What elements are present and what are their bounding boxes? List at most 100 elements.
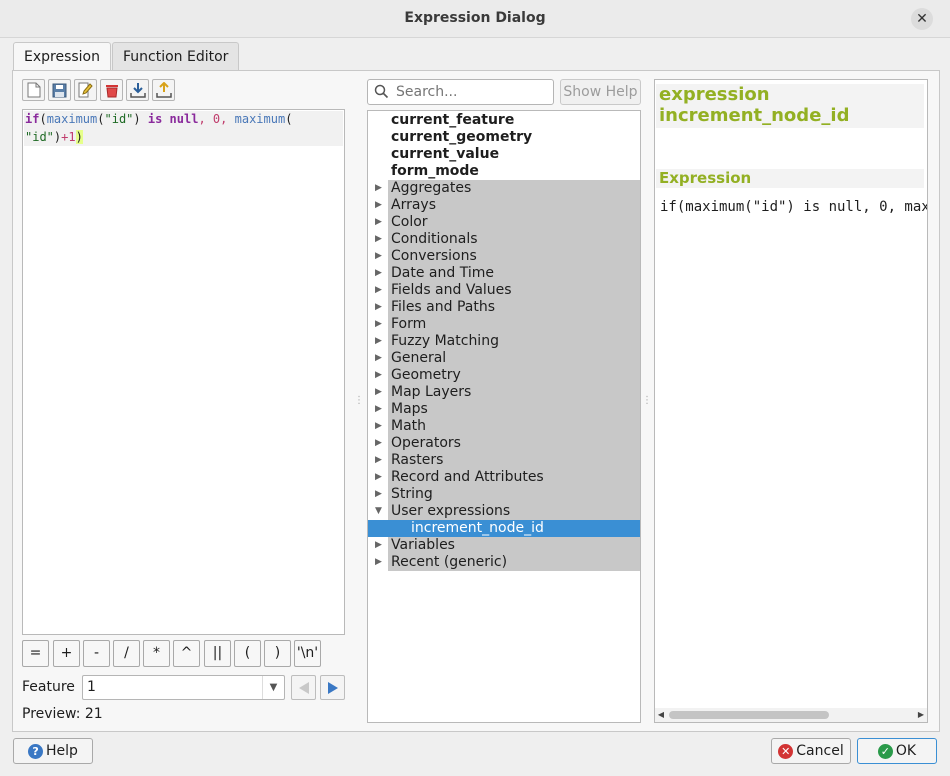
- tree-group[interactable]: ▶ String: [368, 486, 640, 503]
- operator-close-paren-button[interactable]: ): [264, 640, 291, 667]
- scrollbar-thumb[interactable]: [669, 711, 829, 719]
- tab-function-editor[interactable]: Function Editor: [112, 42, 240, 70]
- tree-item-label: Arrays: [391, 197, 437, 213]
- chevron-right-icon[interactable]: ▶: [375, 435, 382, 452]
- tree-group[interactable]: ▶ Arrays: [368, 197, 640, 214]
- tree-item-label: Date and Time: [391, 265, 494, 281]
- ok-button[interactable]: ✓ OK: [857, 738, 937, 764]
- close-icon: ✕: [916, 11, 928, 27]
- left-splitter-handle[interactable]: ⋮: [354, 395, 364, 409]
- operator-open-paren-button[interactable]: (: [234, 640, 261, 667]
- tree-item[interactable]: current_feature: [368, 112, 640, 129]
- tree-group[interactable]: ▶ General: [368, 350, 640, 367]
- tree-group[interactable]: ▶ Recent (generic): [368, 554, 640, 571]
- chevron-right-icon[interactable]: ▶: [375, 401, 382, 418]
- tree-group[interactable]: ▶ Record and Attributes: [368, 469, 640, 486]
- help-horizontal-scrollbar[interactable]: ◀ ▶: [655, 708, 927, 722]
- tree-item[interactable]: current_geometry: [368, 129, 640, 146]
- chevron-right-icon[interactable]: ▶: [375, 350, 382, 367]
- tree-group[interactable]: ▶ Date and Time: [368, 265, 640, 282]
- tree-group[interactable]: ▶ Fields and Values: [368, 282, 640, 299]
- right-splitter-handle[interactable]: ⋮: [642, 395, 652, 409]
- new-expression-button[interactable]: [22, 79, 45, 101]
- chevron-right-icon[interactable]: ▶: [375, 537, 382, 554]
- chevron-right-icon[interactable]: ▶: [375, 554, 382, 571]
- save-expression-button[interactable]: [48, 79, 71, 101]
- chevron-right-icon[interactable]: ▶: [375, 214, 382, 231]
- operator-equals-button[interactable]: =: [22, 640, 49, 667]
- close-button[interactable]: ✕: [911, 8, 933, 30]
- tree-group[interactable]: ▶ Map Layers: [368, 384, 640, 401]
- edit-expression-button[interactable]: [74, 79, 97, 101]
- edit-icon: [78, 82, 93, 98]
- chevron-right-icon[interactable]: ▶: [375, 197, 382, 214]
- tree-group[interactable]: ▶ Aggregates: [368, 180, 640, 197]
- expression-editor[interactable]: if(maximum("id") is null, 0, maximum( "i…: [22, 109, 345, 635]
- expression-code: if(maximum("id") is null, 0, maximum( "i…: [25, 112, 293, 144]
- scroll-right-icon[interactable]: ▶: [915, 708, 927, 722]
- tree-item-label: Form: [391, 316, 427, 332]
- operator-minus-button[interactable]: -: [83, 640, 110, 667]
- show-help-button[interactable]: Show Help: [560, 79, 641, 105]
- chevron-right-icon[interactable]: ▶: [375, 248, 382, 265]
- chevron-right-icon[interactable]: ▶: [375, 384, 382, 401]
- tree-group[interactable]: ▶ Conversions: [368, 248, 640, 265]
- tree-item-label: current_feature: [391, 112, 515, 128]
- tree-group[interactable]: ▶ Rasters: [368, 452, 640, 469]
- chevron-right-icon[interactable]: ▶: [375, 282, 382, 299]
- chevron-right-icon[interactable]: ▶: [375, 265, 382, 282]
- chevron-down-icon[interactable]: ▼: [375, 503, 382, 520]
- chevron-right-icon[interactable]: ▶: [375, 333, 382, 350]
- scroll-left-icon[interactable]: ◀: [655, 708, 667, 722]
- delete-expression-button[interactable]: [100, 79, 123, 101]
- chevron-right-icon[interactable]: ▶: [375, 367, 382, 384]
- help-button[interactable]: ? Help: [13, 738, 93, 764]
- tree-item[interactable]: form_mode: [368, 163, 640, 180]
- tree-group[interactable]: ▼ User expressions: [368, 503, 640, 520]
- tree-group[interactable]: ▶ Maps: [368, 401, 640, 418]
- import-icon: [129, 83, 146, 98]
- tree-group[interactable]: ▶ Form: [368, 316, 640, 333]
- chevron-right-icon[interactable]: ▶: [375, 231, 382, 248]
- chevron-right-icon[interactable]: ▶: [375, 316, 382, 333]
- operator-divide-button[interactable]: /: [113, 640, 140, 667]
- chevron-right-icon[interactable]: ▶: [375, 299, 382, 316]
- import-expressions-button[interactable]: [126, 79, 149, 101]
- chevron-right-icon[interactable]: ▶: [375, 469, 382, 486]
- help-icon: ?: [28, 743, 44, 759]
- tree-group[interactable]: ▶ Geometry: [368, 367, 640, 384]
- tree-item-label: increment_node_id: [411, 520, 544, 536]
- chevron-down-icon[interactable]: ▼: [262, 676, 284, 699]
- operator-newline-button[interactable]: '\n': [294, 640, 321, 667]
- operator-concat-button[interactable]: ||: [204, 640, 231, 667]
- tab-expression[interactable]: Expression: [13, 42, 111, 71]
- search-input[interactable]: [394, 82, 549, 102]
- cancel-button[interactable]: ✕ Cancel: [771, 738, 851, 764]
- feature-select[interactable]: 1 ▼: [82, 675, 285, 700]
- operator-multiply-button[interactable]: *: [143, 640, 170, 667]
- chevron-right-icon[interactable]: ▶: [375, 180, 382, 197]
- chevron-right-icon[interactable]: ▶: [375, 418, 382, 435]
- search-box[interactable]: [367, 79, 554, 105]
- chevron-right-icon[interactable]: ▶: [375, 452, 382, 469]
- previous-feature-button[interactable]: [291, 675, 316, 700]
- tree-item[interactable]: increment_node_id: [368, 520, 640, 537]
- chevron-right-icon[interactable]: ▶: [375, 486, 382, 503]
- function-tree[interactable]: current_feature current_geometry current_v…: [367, 110, 641, 723]
- tree-group[interactable]: ▶ Color: [368, 214, 640, 231]
- tree-group[interactable]: ▶ Math: [368, 418, 640, 435]
- tree-group[interactable]: ▶ Fuzzy Matching: [368, 333, 640, 350]
- next-feature-button[interactable]: [320, 675, 345, 700]
- tree-item[interactable]: current_value: [368, 146, 640, 163]
- help-button-label: Help: [46, 743, 78, 759]
- export-expressions-button[interactable]: [152, 79, 175, 101]
- tree-item-label: Recent (generic): [391, 554, 508, 570]
- tree-group[interactable]: ▶ Conditionals: [368, 231, 640, 248]
- operator-power-button[interactable]: ^: [173, 640, 200, 667]
- tree-group[interactable]: ▶ Operators: [368, 435, 640, 452]
- tree-item-label: General: [391, 350, 447, 366]
- search-icon: [374, 84, 389, 99]
- operator-plus-button[interactable]: +: [53, 640, 80, 667]
- tree-group[interactable]: ▶ Variables: [368, 537, 640, 554]
- tree-group[interactable]: ▶ Files and Paths: [368, 299, 640, 316]
